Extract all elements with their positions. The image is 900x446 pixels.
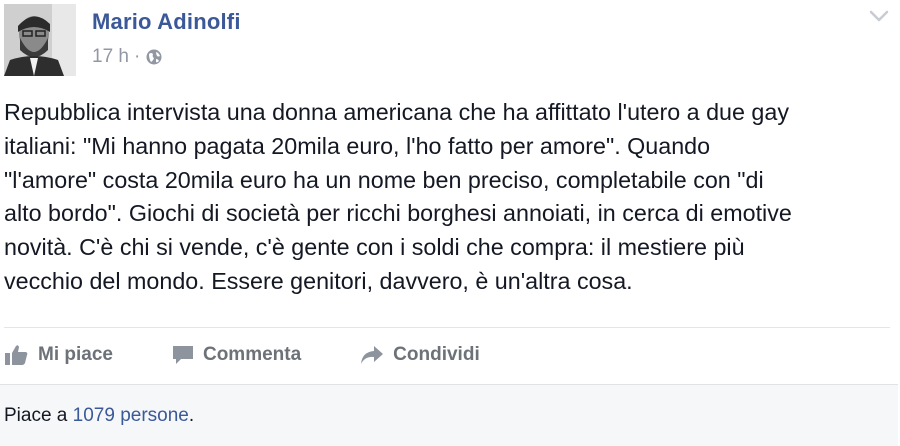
like-label: Mi piace: [38, 344, 113, 365]
meta-separator: ·: [133, 46, 141, 67]
post-timestamp[interactable]: 17 h: [92, 46, 129, 68]
post-text-line: alto bordo". Giochi di società per ricch…: [4, 200, 792, 227]
post-text-line: italiani: "Mi hanno pagata 20mila euro, …: [4, 132, 711, 159]
post-text-line: vecchio del mondo. Essere genitori, davv…: [4, 267, 633, 294]
post-text-line: "l'amore" costa 20mila euro ha un nome b…: [4, 166, 764, 193]
comment-button[interactable]: Commenta: [171, 344, 301, 366]
share-label: Condividi: [393, 344, 480, 365]
likes-people-link[interactable]: 1079 persone: [73, 405, 189, 426]
comment-icon: [172, 346, 193, 364]
post-text-line: Repubblica intervista una donna american…: [4, 99, 789, 125]
post-text: Repubblica intervista una donna american…: [4, 96, 894, 299]
globe-icon[interactable]: [145, 48, 163, 66]
share-arrow-icon: [361, 346, 384, 364]
post-meta: 17 h ·: [92, 46, 163, 68]
likes-prefix: Piace a: [4, 405, 73, 426]
like-button[interactable]: Mi piace: [4, 344, 113, 366]
share-button[interactable]: Condividi: [359, 344, 480, 366]
likes-summary: Piace a 1079 persone.: [4, 405, 194, 427]
post-text-line: novità. C'è chi si vende, c'è gente con …: [4, 234, 745, 261]
likes-suffix: .: [188, 405, 195, 426]
chevron-down-icon[interactable]: [868, 8, 890, 24]
likes-summary-bar: Piace a 1079 persone.: [0, 384, 898, 446]
actions-divider: [4, 327, 890, 328]
comment-label: Commenta: [202, 344, 302, 365]
author-avatar[interactable]: [4, 4, 76, 76]
avatar-photo: [4, 4, 76, 76]
author-name[interactable]: Mario Adinolfi: [92, 9, 241, 35]
action-bar: Mi piace Commenta Condividi: [4, 340, 538, 370]
thumbs-up-icon: [5, 345, 28, 365]
